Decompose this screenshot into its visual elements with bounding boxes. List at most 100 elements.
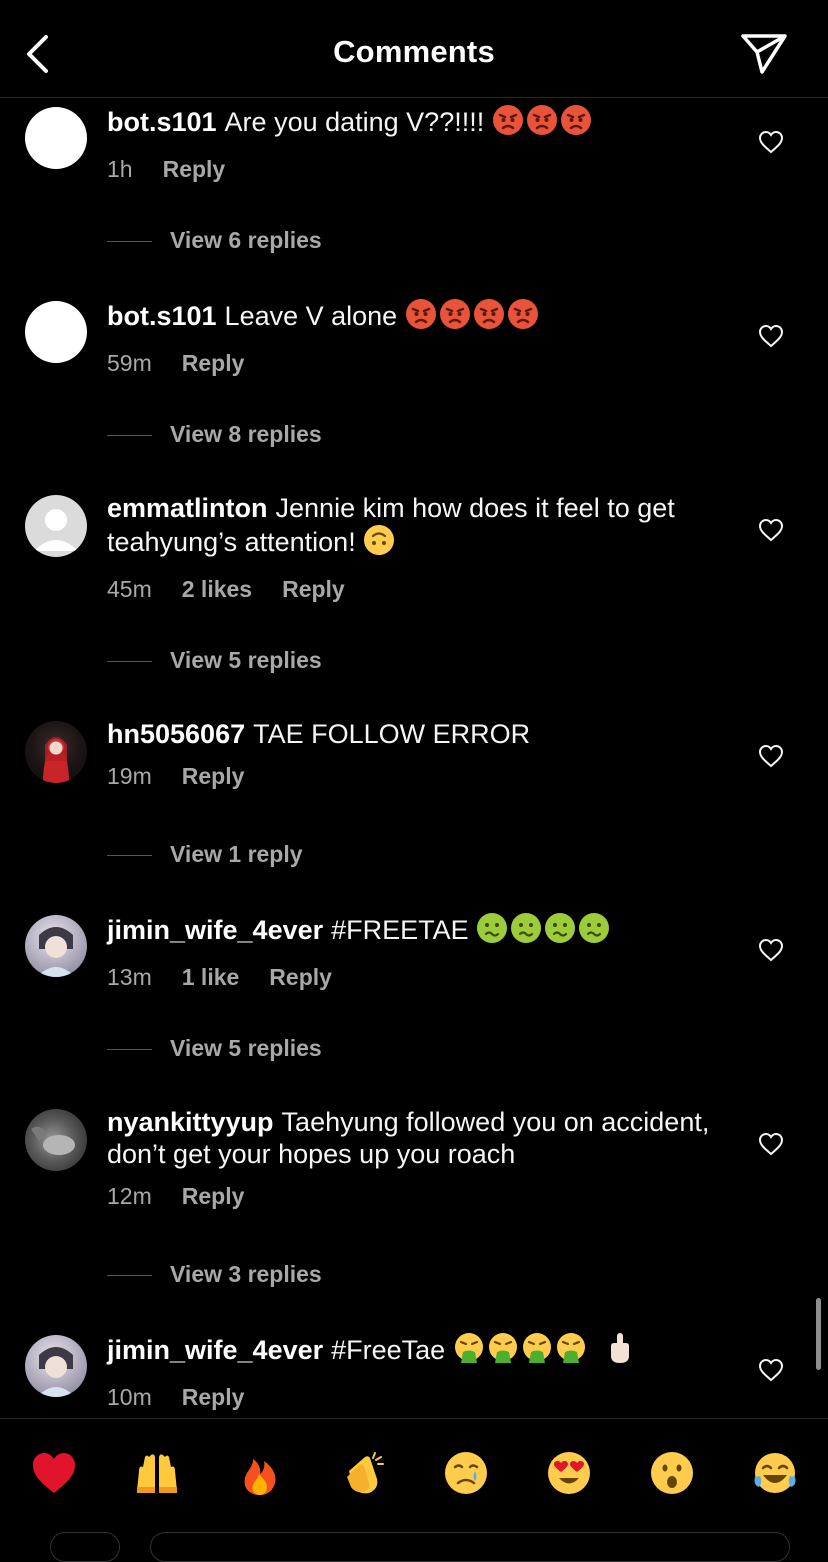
reaction-tears-of-joy[interactable] (750, 1449, 800, 1499)
profile-photo-icon (43, 737, 69, 783)
comment-meta: 13m 1 like Reply (107, 964, 727, 991)
like-button[interactable] (758, 938, 784, 962)
reaction-raising-hands[interactable] (132, 1449, 182, 1499)
view-replies-button[interactable]: View 6 replies (107, 227, 322, 254)
vomiting-face-icon (521, 1332, 553, 1371)
likes-count[interactable]: 2 likes (182, 576, 252, 602)
composer-avatar (50, 1532, 120, 1562)
reply-button[interactable]: Reply (182, 1183, 245, 1209)
like-button[interactable] (758, 518, 784, 542)
comment-time: 19m (107, 763, 152, 789)
avatar[interactable] (25, 1335, 87, 1397)
vomiting-face-icon (487, 1332, 519, 1371)
share-button[interactable] (740, 30, 788, 76)
profile-photo-icon (37, 1347, 75, 1397)
comment-text: jimin_wife_4ever #FREETAE (107, 912, 727, 951)
comment-body: #FREETAE (331, 915, 469, 945)
avatar[interactable] (25, 301, 87, 363)
like-button[interactable] (758, 130, 784, 154)
comment-username[interactable]: hn5056067 (107, 719, 245, 749)
like-button[interactable] (758, 1358, 784, 1382)
middle-finger-icon (606, 1332, 634, 1371)
reply-button[interactable]: Reply (163, 156, 226, 182)
comment-text: hn5056067 TAE FOLLOW ERROR (107, 718, 727, 750)
tears-of-joy-icon (754, 1453, 796, 1493)
view-replies-label: View 6 replies (170, 227, 322, 253)
reaction-heart-eyes[interactable] (544, 1449, 594, 1499)
reaction-astonished-face[interactable] (647, 1449, 697, 1499)
comment-time: 13m (107, 964, 152, 990)
reaction-fire[interactable] (235, 1449, 285, 1499)
clapping-hands-icon (347, 1452, 384, 1494)
like-button[interactable] (758, 324, 784, 348)
view-replies-button[interactable]: View 1 reply (107, 841, 303, 868)
nauseated-face-icon (578, 912, 610, 951)
comment-meta: 12m Reply (107, 1183, 727, 1210)
comment-username[interactable]: jimin_wife_4ever (107, 1335, 323, 1365)
comment-username[interactable]: jimin_wife_4ever (107, 915, 323, 945)
reply-button[interactable]: Reply (269, 964, 332, 990)
heart-outline-icon (758, 518, 784, 542)
reply-button[interactable]: Reply (182, 763, 245, 789)
comments-list[interactable]: bot.s101 Are you dating V??!!!! 1h Reply V… (0, 99, 828, 1417)
comments-header: Comments (0, 0, 828, 98)
like-button[interactable] (758, 744, 784, 768)
reply-button[interactable]: Reply (182, 350, 245, 376)
profile-photo-icon (31, 1126, 75, 1155)
reaction-crying-face[interactable] (441, 1449, 491, 1499)
likes-count[interactable]: 1 like (182, 964, 240, 990)
comment-username[interactable]: emmatlinton (107, 493, 268, 523)
scrollbar[interactable] (816, 1298, 821, 1370)
comment-time: 12m (107, 1183, 152, 1209)
view-replies-button[interactable]: View 5 replies (107, 647, 322, 674)
view-replies-button[interactable]: View 3 replies (107, 1261, 322, 1288)
view-replies-button[interactable]: View 8 replies (107, 421, 322, 448)
angry-face-icon (405, 298, 437, 337)
comment-body: Are you dating V??!!!! (224, 107, 485, 137)
comment-input[interactable] (150, 1532, 790, 1562)
comment-text: emmatlinton Jennie kim how does it feel t… (107, 492, 727, 563)
comment-username[interactable]: nyankittyyup (107, 1107, 274, 1137)
comment-time: 10m (107, 1384, 152, 1410)
red-heart-icon (33, 1453, 75, 1493)
view-replies-label: View 3 replies (170, 1261, 322, 1287)
heart-outline-icon (758, 938, 784, 962)
avatar[interactable] (25, 495, 87, 557)
reaction-red-heart[interactable] (29, 1449, 79, 1499)
view-replies-button[interactable]: View 5 replies (107, 1035, 322, 1062)
reply-button[interactable]: Reply (182, 1384, 245, 1410)
comment-text: bot.s101 Leave V alone (107, 298, 727, 337)
astonished-face-icon (651, 1452, 693, 1494)
replies-divider (107, 855, 152, 857)
comment-username[interactable]: bot.s101 (107, 301, 217, 331)
reaction-clapping-hands[interactable] (338, 1449, 388, 1499)
comment-meta: 10m Reply (107, 1384, 727, 1411)
comment-meta: 19m Reply (107, 763, 727, 790)
heart-outline-icon (758, 1132, 784, 1156)
angry-face-icon (492, 104, 524, 143)
quick-reaction-bar (0, 1418, 828, 1540)
heart-eyes-icon (548, 1452, 590, 1494)
angry-face-icon (560, 104, 592, 143)
comment-body: #FreeTae (331, 1335, 446, 1365)
crying-face-icon (445, 1452, 487, 1494)
comment-time: 59m (107, 350, 152, 376)
reply-button[interactable]: Reply (282, 576, 345, 602)
heart-outline-icon (758, 130, 784, 154)
nauseated-face-icon (476, 912, 508, 951)
comment-text: nyankittyyup Taehyung followed you on acc… (107, 1106, 727, 1170)
view-replies-label: View 8 replies (170, 421, 322, 447)
avatar[interactable] (25, 1109, 87, 1171)
vomiting-face-icon (555, 1332, 587, 1371)
comment-username[interactable]: bot.s101 (107, 107, 217, 137)
comment-text: bot.s101 Are you dating V??!!!! (107, 104, 727, 143)
avatar[interactable] (25, 107, 87, 169)
page-title: Comments (333, 34, 495, 69)
angry-face-icon (526, 104, 558, 143)
like-button[interactable] (758, 1132, 784, 1156)
replies-divider (107, 1049, 152, 1051)
avatar[interactable] (25, 721, 87, 783)
upside-down-face-icon (363, 524, 395, 563)
replies-divider (107, 435, 152, 437)
avatar[interactable] (25, 915, 87, 977)
